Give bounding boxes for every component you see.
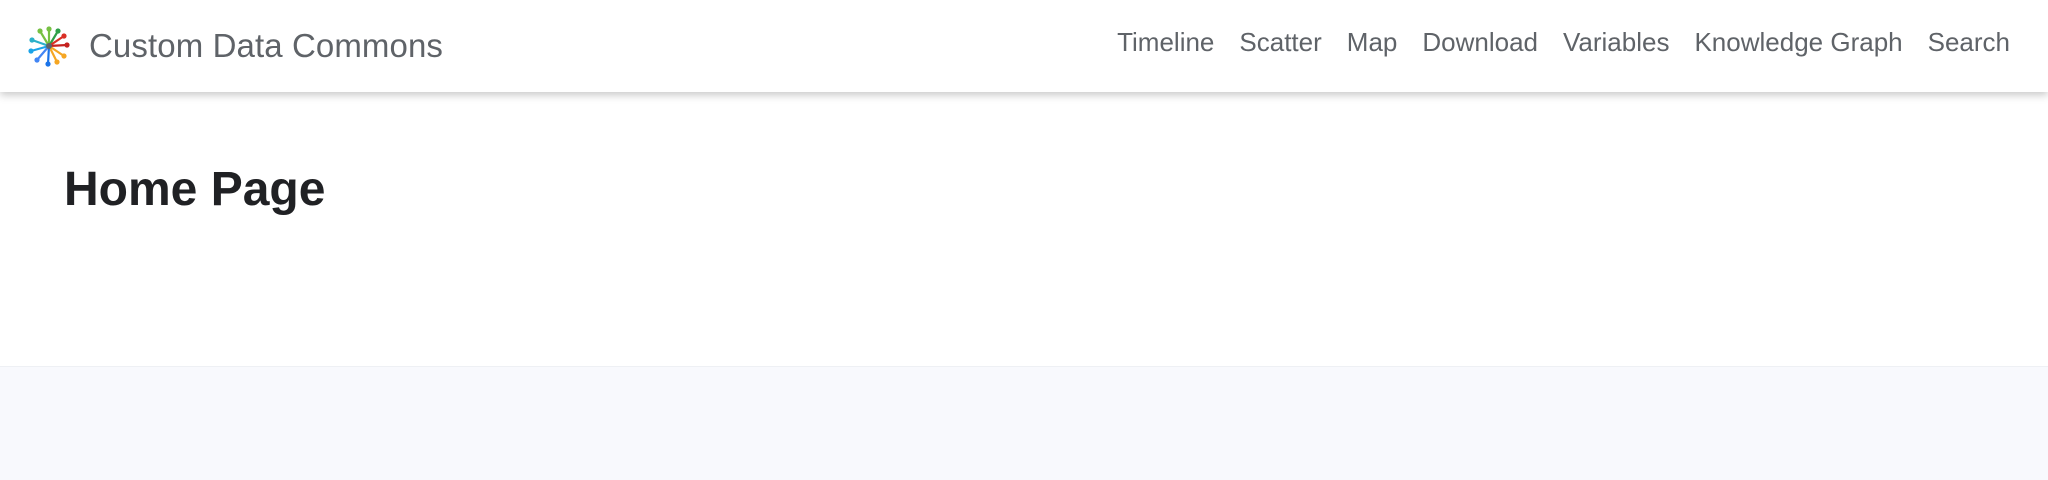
nav-item-download[interactable]: Download — [1422, 27, 1538, 58]
footer — [0, 366, 2048, 480]
nav-item-map[interactable]: Map — [1347, 27, 1398, 58]
main-nav: Timeline Scatter Map Download Variables … — [1092, 27, 2010, 58]
nav-item-search[interactable]: Search — [1928, 27, 2010, 58]
site-header: Custom Data Commons Timeline Scatter Map… — [0, 0, 2048, 92]
main-content: Home Page — [0, 92, 2048, 366]
nav-item-timeline[interactable]: Timeline — [1117, 27, 1214, 58]
brand-name: Custom Data Commons — [89, 27, 444, 64]
page-title: Home Page — [64, 163, 326, 216]
brand-link[interactable]: Custom Data Commons — [28, 22, 443, 70]
nav-item-scatter[interactable]: Scatter — [1239, 27, 1321, 58]
data-commons-logo-icon — [28, 26, 70, 67]
nav-item-knowledge-graph[interactable]: Knowledge Graph — [1694, 27, 1902, 58]
nav-item-variables[interactable]: Variables — [1563, 27, 1669, 58]
